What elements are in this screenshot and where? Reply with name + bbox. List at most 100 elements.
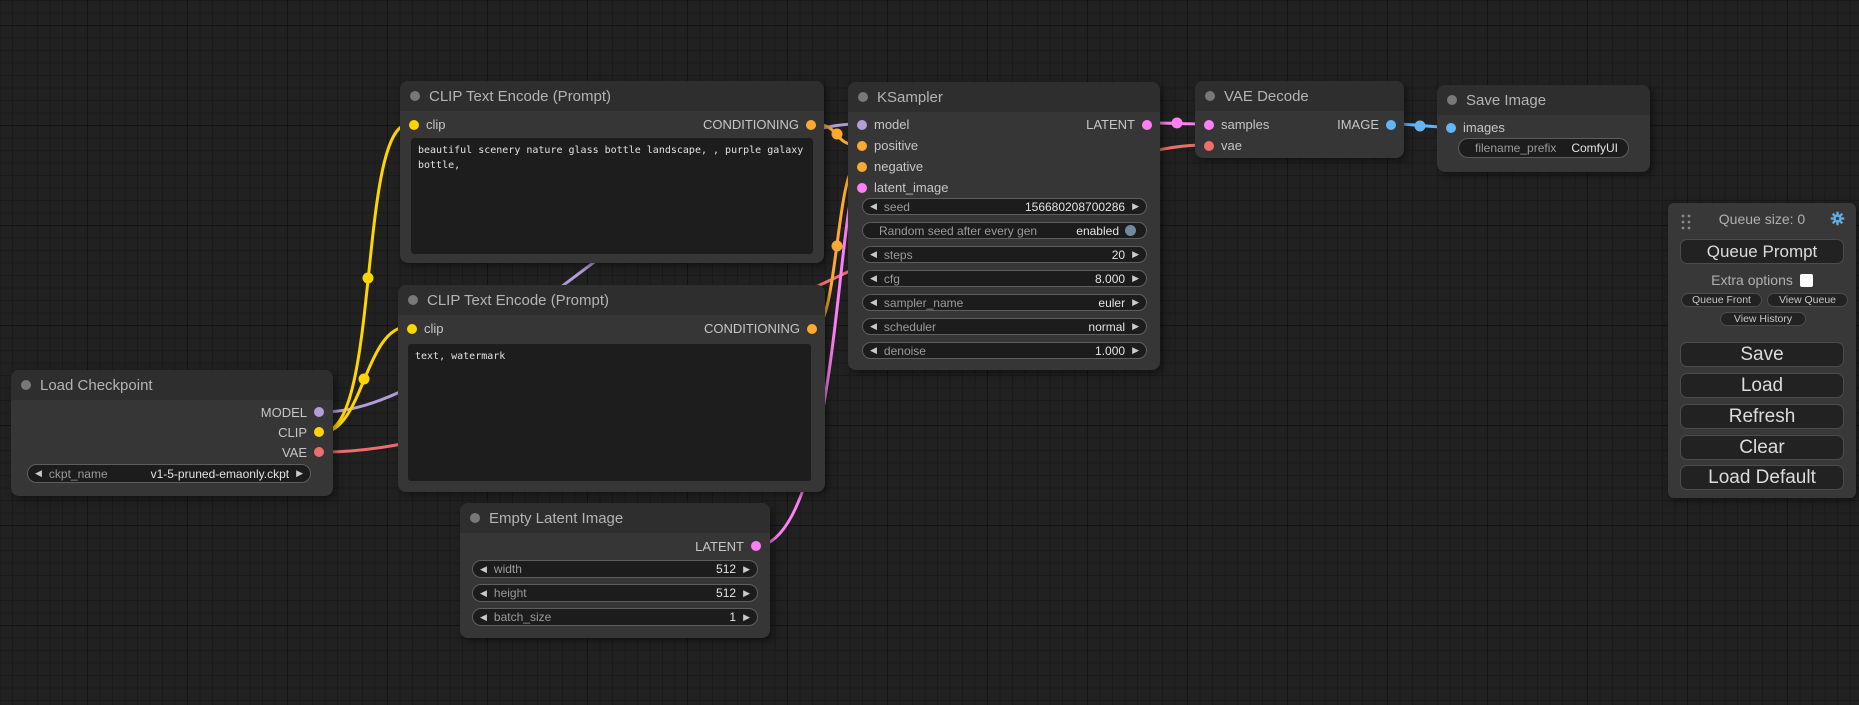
refresh-button[interactable]: Refresh — [1680, 404, 1844, 429]
gear-icon[interactable] — [1830, 211, 1845, 226]
stepper-left-icon[interactable]: ◀ — [473, 613, 494, 622]
image-output-port[interactable] — [1386, 120, 1396, 130]
node-title-label: KSampler — [877, 89, 943, 106]
vae-input-port[interactable] — [1204, 141, 1214, 151]
stepper-left-icon[interactable]: ◀ — [863, 202, 884, 211]
denoise-widget[interactable]: ◀ denoise 1.000 ▶ — [862, 342, 1147, 359]
node-ksampler[interactable]: KSampler model LATENT positive negative … — [848, 82, 1160, 370]
node-save-image[interactable]: Save Image images filename_prefix ComfyU… — [1437, 85, 1650, 172]
stepper-right-icon[interactable]: ▶ — [736, 613, 757, 622]
random-seed-toggle-widget[interactable]: Random seed after every gen enabled — [862, 222, 1147, 239]
stepper-right-icon[interactable]: ▶ — [1125, 202, 1146, 211]
link-midpoint-dot[interactable] — [363, 273, 374, 284]
node-titlebar[interactable]: CLIP Text Encode (Prompt) — [398, 285, 825, 315]
extra-options-label: Extra options — [1711, 272, 1793, 288]
stepper-left-icon[interactable]: ◀ — [28, 469, 49, 478]
collapse-dot-icon[interactable] — [408, 295, 418, 305]
conditioning-output-port[interactable] — [807, 324, 817, 334]
node-load-checkpoint[interactable]: Load Checkpoint MODEL CLIP VAE ◀ ckpt_na… — [11, 370, 333, 496]
node-title-label: Save Image — [1466, 92, 1546, 109]
latent-image-input-label: latent_image — [874, 180, 948, 195]
load-button[interactable]: Load — [1680, 373, 1844, 398]
stepper-right-icon[interactable]: ▶ — [1125, 298, 1146, 307]
node-vae-decode[interactable]: VAE Decode samples IMAGE vae — [1195, 81, 1404, 158]
vae-output-port[interactable] — [314, 447, 324, 457]
node-titlebar[interactable]: KSampler — [848, 82, 1160, 112]
stepper-left-icon[interactable]: ◀ — [863, 298, 884, 307]
scheduler-widget[interactable]: ◀ scheduler normal ▶ — [862, 318, 1147, 335]
latent-output-label: LATENT — [1086, 117, 1135, 132]
seed-widget[interactable]: ◀ seed 156680208700286 ▶ — [862, 198, 1147, 215]
stepper-right-icon[interactable]: ▶ — [1125, 250, 1146, 259]
link-midpoint-dot[interactable] — [832, 241, 843, 252]
extra-options-checkbox[interactable] — [1800, 274, 1813, 287]
stepper-left-icon[interactable]: ◀ — [473, 589, 494, 598]
sampler-name-widget[interactable]: ◀ sampler_name euler ▶ — [862, 294, 1147, 311]
positive-prompt-textarea[interactable]: beautiful scenery nature glass bottle la… — [411, 138, 813, 254]
clip-output-port[interactable] — [314, 427, 324, 437]
load-default-button[interactable]: Load Default — [1680, 465, 1844, 490]
latent-image-input-port[interactable] — [857, 183, 867, 193]
node-clip-text-encode-negative[interactable]: CLIP Text Encode (Prompt) clip CONDITION… — [398, 285, 825, 492]
queue-prompt-button[interactable]: Queue Prompt — [1680, 239, 1844, 264]
node-clip-text-encode-positive[interactable]: CLIP Text Encode (Prompt) clip CONDITION… — [400, 81, 824, 263]
widget-value: 1.000 — [1095, 344, 1125, 358]
latent-output-port[interactable] — [751, 541, 761, 551]
view-history-button[interactable]: View History — [1720, 312, 1806, 326]
collapse-dot-icon[interactable] — [858, 92, 868, 102]
node-titlebar[interactable]: Load Checkpoint — [11, 370, 333, 400]
node-titlebar[interactable]: CLIP Text Encode (Prompt) — [400, 81, 824, 111]
stepper-right-icon[interactable]: ▶ — [1125, 322, 1146, 331]
stepper-left-icon[interactable]: ◀ — [473, 565, 494, 574]
node-titlebar[interactable]: Empty Latent Image — [460, 503, 770, 533]
positive-input-port[interactable] — [857, 141, 867, 151]
samples-input-port[interactable] — [1204, 120, 1214, 130]
link-midpoint-dot[interactable] — [359, 374, 370, 385]
steps-widget[interactable]: ◀ steps 20 ▶ — [862, 246, 1147, 263]
collapse-dot-icon[interactable] — [410, 91, 420, 101]
view-queue-button[interactable]: View Queue — [1767, 293, 1848, 307]
clip-input-port[interactable] — [409, 120, 419, 130]
link-midpoint-dot[interactable] — [1172, 118, 1183, 129]
filename-prefix-widget[interactable]: filename_prefix ComfyUI — [1458, 138, 1629, 158]
save-button[interactable]: Save — [1680, 342, 1844, 367]
stepper-right-icon[interactable]: ▶ — [1125, 274, 1146, 283]
collapse-dot-icon[interactable] — [470, 513, 480, 523]
latent-output-port[interactable] — [1142, 120, 1152, 130]
clip-input-port[interactable] — [407, 324, 417, 334]
node-empty-latent-image[interactable]: Empty Latent Image LATENT ◀ width 512 ▶ … — [460, 503, 770, 638]
stepper-right-icon[interactable]: ▶ — [289, 469, 310, 478]
ckpt-name-widget[interactable]: ◀ ckpt_name v1-5-pruned-emaonly.ckpt ▶ — [27, 464, 311, 483]
stepper-right-icon[interactable]: ▶ — [736, 589, 757, 598]
cfg-widget[interactable]: ◀ cfg 8.000 ▶ — [862, 270, 1147, 287]
comfyui-canvas[interactable]: { "icons": { "arrow_left": "◀", "arrow_r… — [0, 0, 1859, 705]
images-input-port[interactable] — [1446, 123, 1456, 133]
queue-front-button[interactable]: Queue Front — [1681, 293, 1762, 307]
link-midpoint-dot[interactable] — [1415, 121, 1426, 132]
node-titlebar[interactable]: Save Image — [1437, 85, 1650, 115]
collapse-dot-icon[interactable] — [1205, 91, 1215, 101]
node-titlebar[interactable]: VAE Decode — [1195, 81, 1404, 111]
width-widget[interactable]: ◀ width 512 ▶ — [472, 560, 758, 578]
toggle-knob-icon[interactable] — [1125, 225, 1136, 236]
stepper-left-icon[interactable]: ◀ — [863, 274, 884, 283]
stepper-left-icon[interactable]: ◀ — [863, 250, 884, 259]
clear-button[interactable]: Clear — [1680, 435, 1844, 460]
negative-prompt-textarea[interactable]: text, watermark — [408, 344, 811, 481]
stepper-right-icon[interactable]: ▶ — [736, 565, 757, 574]
link-midpoint-dot[interactable] — [832, 129, 843, 140]
widget-label: height — [494, 586, 527, 600]
stepper-left-icon[interactable]: ◀ — [863, 322, 884, 331]
stepper-right-icon[interactable]: ▶ — [1125, 346, 1146, 355]
negative-input-label: negative — [874, 159, 923, 174]
model-input-port[interactable] — [857, 120, 867, 130]
model-output-port[interactable] — [314, 407, 324, 417]
collapse-dot-icon[interactable] — [21, 380, 31, 390]
collapse-dot-icon[interactable] — [1447, 95, 1457, 105]
widget-value: euler — [1098, 296, 1125, 310]
stepper-left-icon[interactable]: ◀ — [863, 346, 884, 355]
height-widget[interactable]: ◀ height 512 ▶ — [472, 584, 758, 602]
conditioning-output-port[interactable] — [806, 120, 816, 130]
batch-size-widget[interactable]: ◀ batch_size 1 ▶ — [472, 608, 758, 626]
negative-input-port[interactable] — [857, 162, 867, 172]
